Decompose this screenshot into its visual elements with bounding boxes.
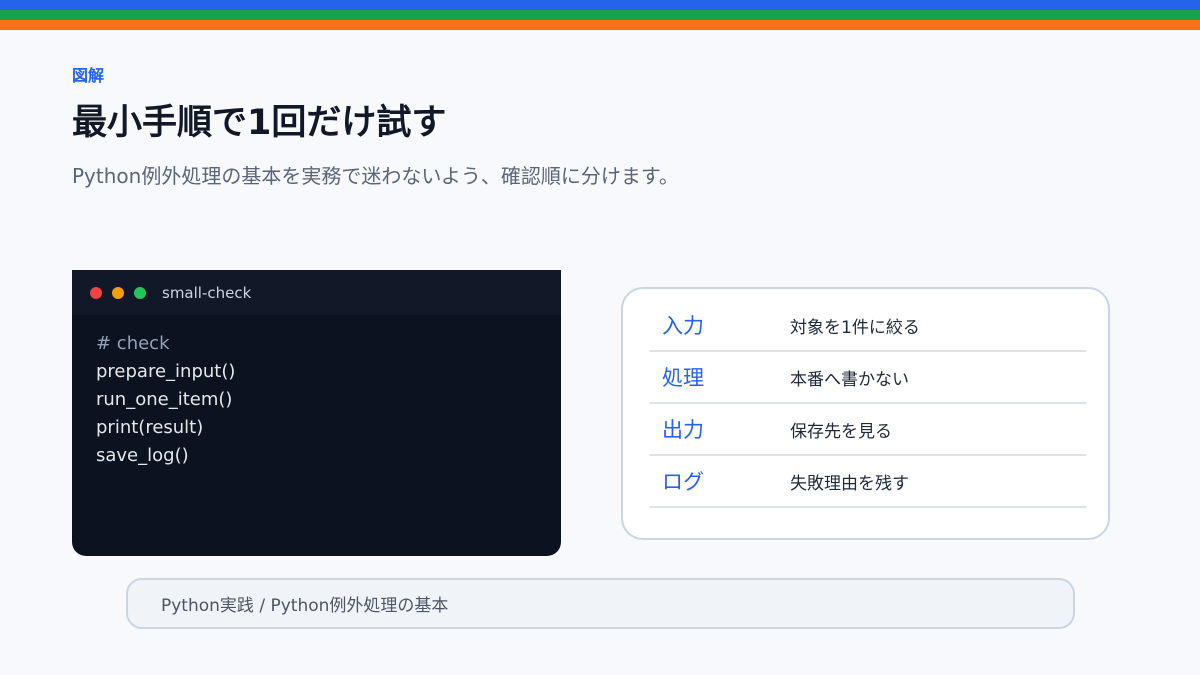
page-subtitle: Python例外処理の基本を実務で迷わないよう、確認順に分けます。 xyxy=(72,164,679,188)
row-value: 本番へ書かない xyxy=(790,369,909,390)
stripe-orange xyxy=(0,20,1200,30)
table-row: 処理 本番へ書かない xyxy=(650,352,1086,404)
row-value: 失敗理由を残す xyxy=(790,473,909,494)
top-color-stripes xyxy=(0,0,1200,30)
code-terminal: small-check # check prepare_input() run_… xyxy=(72,270,561,556)
table-row: 出力 保存先を見る xyxy=(650,404,1086,456)
close-dot-icon xyxy=(90,286,102,299)
row-value: 対象を1件に絞る xyxy=(790,317,920,338)
code-line: prepare_input() xyxy=(96,361,236,382)
table-row: ログ 失敗理由を残す xyxy=(650,456,1086,508)
table-row: 入力 対象を1件に絞る xyxy=(650,300,1086,352)
breadcrumb: Python実践 / Python例外処理の基本 xyxy=(126,578,1075,629)
row-key: 出力 xyxy=(662,418,704,442)
code-line: run_one_item() xyxy=(96,389,233,410)
row-key: 入力 xyxy=(662,314,704,338)
steps-table: 入力 対象を1件に絞る 処理 本番へ書かない 出力 保存先を見る ログ 失敗理由… xyxy=(621,287,1110,540)
terminal-title-bar: small-check xyxy=(72,270,561,315)
stripe-blue xyxy=(0,0,1200,10)
code-block: # check prepare_input() run_one_item() p… xyxy=(72,315,561,485)
section-eyebrow: 図解 xyxy=(72,66,105,85)
code-line: save_log() xyxy=(96,445,189,466)
row-key: 処理 xyxy=(662,366,704,390)
terminal-title: small-check xyxy=(162,283,252,302)
row-key: ログ xyxy=(662,470,704,494)
minimize-dot-icon xyxy=(112,286,124,299)
maximize-dot-icon xyxy=(134,286,146,299)
code-line: # check xyxy=(96,333,170,354)
page-title: 最小手順で1回だけ試す xyxy=(72,103,447,143)
row-value: 保存先を見る xyxy=(790,421,892,442)
code-line: print(result) xyxy=(96,417,204,438)
stripe-green xyxy=(0,10,1200,20)
